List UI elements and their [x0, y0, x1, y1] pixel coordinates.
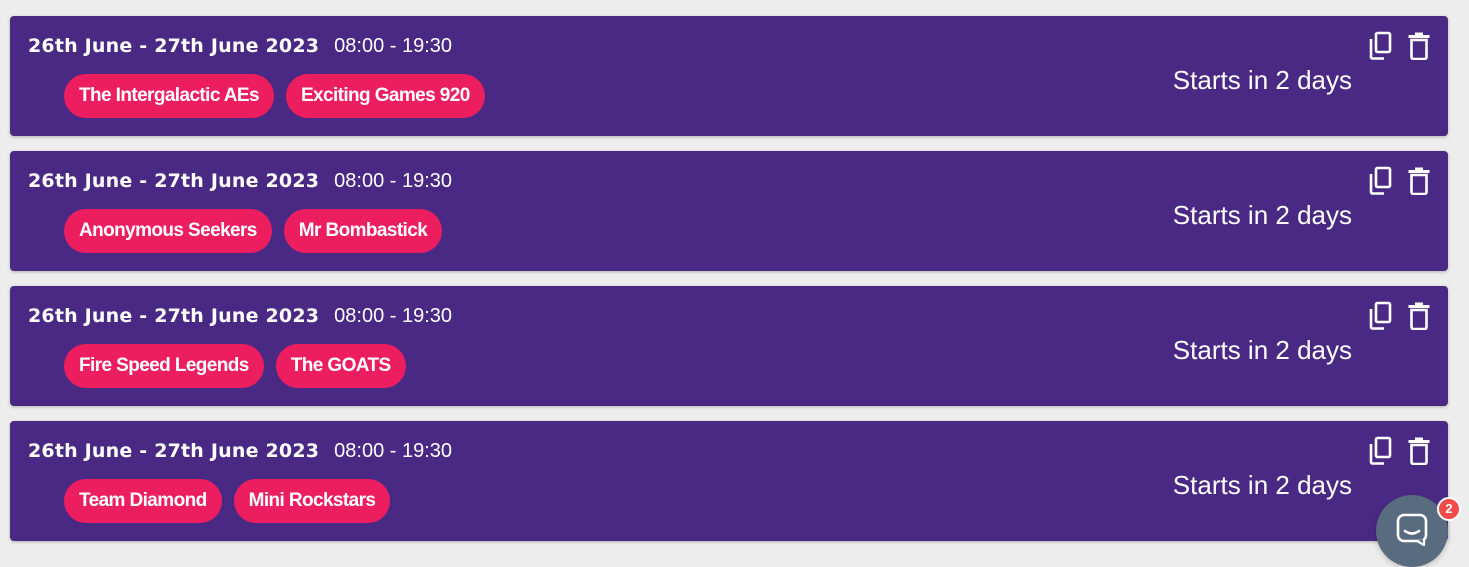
booking-header: 26th June - 27th June 2023 08:00 - 19:30 [28, 35, 452, 58]
card-actions [1367, 436, 1432, 466]
team-chips: Team Diamond Mini Rockstars [64, 479, 391, 523]
trash-icon[interactable] [1406, 436, 1432, 466]
copy-icon[interactable] [1367, 301, 1393, 331]
start-status: Starts in 2 days [1172, 335, 1352, 365]
trash-icon[interactable] [1406, 301, 1432, 331]
date-range: 26th June - 27th June 2023 [28, 170, 320, 192]
date-range: 26th June - 27th June 2023 [28, 440, 320, 462]
start-status: Starts in 2 days [1172, 65, 1352, 95]
booking-card: 26th June - 27th June 2023 08:00 - 19:30… [10, 421, 1448, 541]
booking-card: 26th June - 27th June 2023 08:00 - 19:30… [10, 286, 1448, 406]
team-chip[interactable]: Anonymous Seekers [64, 209, 272, 253]
card-actions [1367, 166, 1432, 196]
copy-icon[interactable] [1367, 31, 1393, 61]
booking-card: 26th June - 27th June 2023 08:00 - 19:30… [10, 16, 1448, 136]
unread-badge: 2 [1437, 497, 1461, 521]
team-chips: The Intergalactic AEs Exciting Games 920 [64, 74, 485, 118]
date-range: 26th June - 27th June 2023 [28, 305, 320, 327]
chat-icon [1395, 512, 1429, 551]
booking-header: 26th June - 27th June 2023 08:00 - 19:30 [28, 305, 452, 328]
team-chip[interactable]: Team Diamond [64, 479, 222, 523]
card-actions [1367, 301, 1432, 331]
booking-list: 26th June - 27th June 2023 08:00 - 19:30… [10, 16, 1448, 556]
copy-icon[interactable] [1367, 166, 1393, 196]
trash-icon[interactable] [1406, 31, 1432, 61]
team-chip[interactable]: Mini Rockstars [233, 479, 391, 523]
time-range: 08:00 - 19:30 [334, 440, 453, 462]
booking-header: 26th June - 27th June 2023 08:00 - 19:30 [28, 170, 452, 193]
team-chips: Anonymous Seekers Mr Bombastick [64, 209, 443, 253]
booking-card: 26th June - 27th June 2023 08:00 - 19:30… [10, 151, 1448, 271]
team-chip[interactable]: The Intergalactic AEs [64, 74, 274, 118]
copy-icon[interactable] [1367, 436, 1393, 466]
time-range: 08:00 - 19:30 [334, 35, 453, 57]
date-range: 26th June - 27th June 2023 [28, 35, 320, 57]
team-chip[interactable]: Exciting Games 920 [285, 74, 485, 118]
card-actions [1367, 31, 1432, 61]
time-range: 08:00 - 19:30 [334, 170, 453, 192]
start-status: Starts in 2 days [1172, 470, 1352, 500]
team-chip[interactable]: Fire Speed Legends [64, 344, 264, 388]
trash-icon[interactable] [1406, 166, 1432, 196]
time-range: 08:00 - 19:30 [334, 305, 453, 327]
start-status: Starts in 2 days [1172, 200, 1352, 230]
team-chip[interactable]: The GOATS [275, 344, 406, 388]
booking-header: 26th June - 27th June 2023 08:00 - 19:30 [28, 440, 452, 463]
team-chip[interactable]: Mr Bombastick [283, 209, 443, 253]
team-chips: Fire Speed Legends The GOATS [64, 344, 406, 388]
